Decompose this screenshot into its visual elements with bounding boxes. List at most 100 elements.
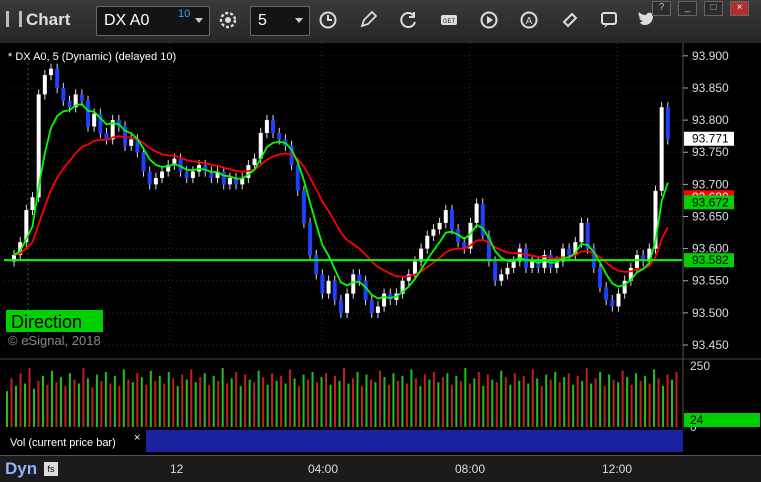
interval-input[interactable]: 5 [250,6,310,36]
candle-body [610,300,615,307]
volume-bar [599,371,602,427]
volume-bar [441,377,444,427]
price-tick-label: 93.650 [692,209,729,223]
alert-icon[interactable]: A [519,10,539,30]
candle-body [412,261,417,275]
get-icon[interactable]: GET [439,10,459,30]
refresh-icon[interactable] [399,10,419,30]
link-icon[interactable] [560,10,580,30]
settings-gear-icon[interactable] [218,10,238,30]
pencil-icon[interactable] [358,10,378,30]
volume-bar [482,386,485,427]
candle-body [141,152,146,172]
volume-bar [369,379,372,427]
dyn-settings-icon[interactable]: fs [44,462,58,476]
volume-bar [172,378,175,427]
volume-bar [208,384,211,427]
play-icon[interactable] [479,10,499,30]
candle-body [357,274,362,281]
volume-bar [262,377,265,427]
candle-body [320,274,325,294]
candle-body [523,248,528,268]
volume-bar [639,380,642,427]
help-button[interactable]: ? [652,1,671,16]
direction-label: Direction [11,312,82,332]
volume-bar [401,375,404,427]
candle-body [61,87,66,101]
volume-bar [396,380,399,427]
volume-bar [41,375,44,427]
volume-bar [545,374,548,427]
candle-body [505,267,510,275]
volume-bar [275,380,278,427]
volume-bar [522,375,525,427]
volume-bar [558,382,561,427]
price-tick-label: 93.550 [692,274,729,288]
svg-text:GET: GET [443,19,456,25]
price-tick-label: 93.750 [692,145,729,159]
candle-body [499,274,504,281]
volume-bar [46,384,49,427]
volume-bar [356,371,359,427]
volume-bar [459,380,462,427]
volume-bar [91,387,94,427]
dyn-label[interactable]: Dyn [5,459,37,479]
chevron-down-icon[interactable] [295,18,303,23]
volume-bar [590,383,593,427]
minimize-button[interactable]: _ [678,1,697,16]
volume-bar [248,379,251,427]
volume-bar [194,382,197,427]
time-label: 04:00 [308,462,339,476]
volume-bar [635,373,638,427]
chevron-down-icon[interactable] [195,18,203,23]
volume-bar [414,378,417,427]
candle-body [332,280,337,301]
volume-bar [603,386,606,427]
current-price-label: 93.771 [692,132,729,146]
candle-body [449,210,454,230]
maximize-button[interactable]: □ [704,1,723,16]
volume-bar [302,374,305,427]
volume-bar [28,368,31,427]
candle-body [338,300,343,313]
volume-bar [212,375,215,427]
volume-bar [666,374,669,427]
candle-body [42,75,47,95]
svg-text:A: A [526,16,533,27]
price-chart[interactable]: 93.90093.85093.80093.75093.70093.65093.6… [0,43,761,455]
volume-bar [657,378,660,427]
candle-body [67,100,72,108]
volume-bar [343,368,346,427]
candle-body [55,68,60,88]
volume-bar [644,375,647,427]
volume-bar [235,371,238,427]
volume-bar [64,386,67,427]
volume-bar [468,383,471,427]
volume-bar [109,383,112,427]
volume-bar [477,371,480,427]
close-button[interactable]: × [730,1,749,16]
clock-icon[interactable] [318,10,338,30]
volume-bar [675,371,678,427]
candle-body [665,107,670,140]
price-tick-label: 93.450 [692,338,729,352]
volume-bar [145,384,148,427]
close-panel-icon[interactable]: × [134,432,140,444]
volume-bar [338,380,341,427]
volume-bar [37,380,40,427]
symbol-input[interactable]: DX A0 10 [96,6,210,36]
chart-bars-icon [6,11,22,27]
volume-bar [563,377,566,427]
price-tick-label: 93.900 [692,49,729,63]
volume-bar [289,369,292,427]
chat-icon[interactable] [599,10,619,30]
volume-bar [527,383,530,427]
candle-body [271,120,276,133]
volume-bar [329,384,332,427]
volume-bar [68,373,71,427]
volume-bar [118,386,121,427]
volume-bar [518,380,521,427]
candle-body [92,113,97,127]
app-title: Chart [6,10,70,30]
volume-bar [540,386,543,427]
